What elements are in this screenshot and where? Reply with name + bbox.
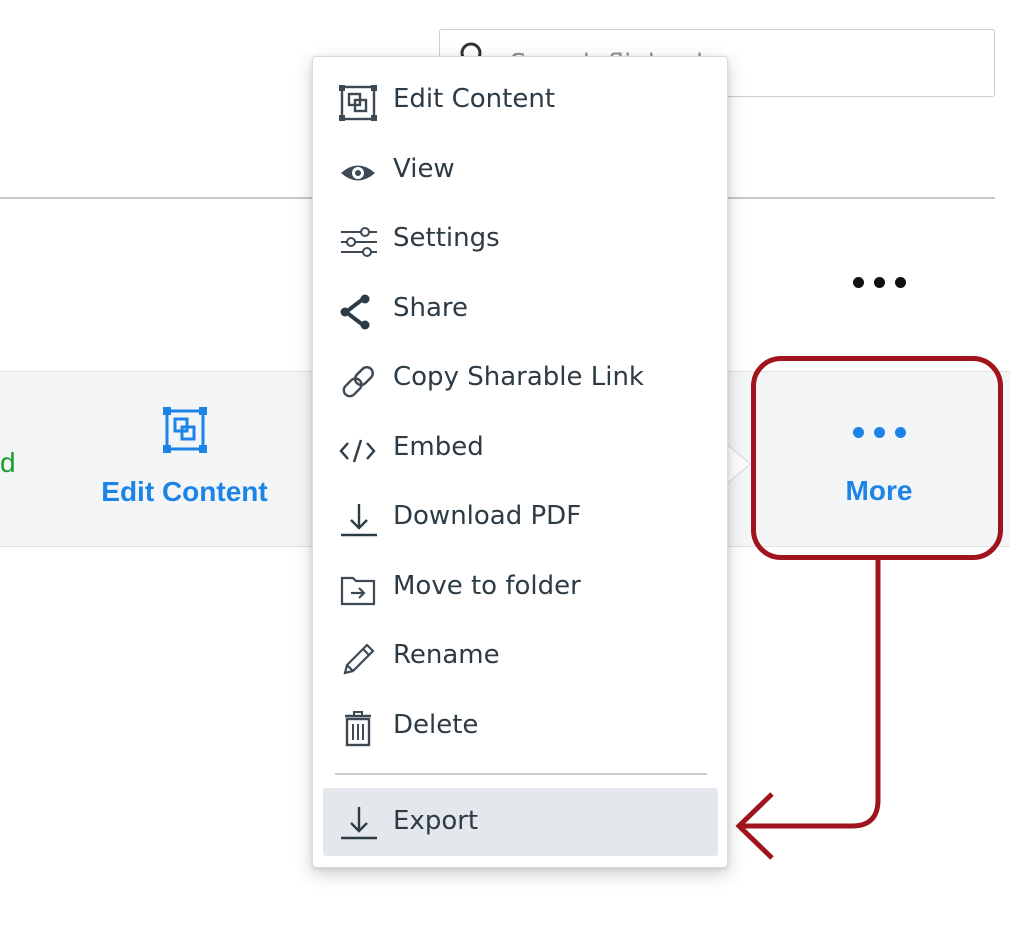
menu-item-copy-link[interactable]: Copy Sharable Link — [323, 348, 718, 410]
trash-icon — [345, 711, 371, 747]
menu-item-share[interactable]: Share — [323, 279, 718, 341]
more-actions-menu: Edit Content View Settings Share Copy Sh… — [312, 56, 728, 868]
menu-item-view[interactable]: View — [323, 140, 718, 202]
edit-content-icon — [339, 85, 377, 121]
eye-icon — [341, 165, 375, 181]
menu-item-label: Move to folder — [393, 571, 581, 601]
link-icon — [342, 366, 374, 398]
more-dots-icon — [853, 427, 907, 441]
menu-item-label: Download PDF — [393, 501, 582, 531]
menu-item-label: Settings — [393, 223, 500, 253]
edit-content-button[interactable]: Edit Content — [82, 404, 287, 514]
menu-item-label: Export — [393, 806, 479, 836]
toolbar-partial-label: d — [0, 447, 16, 478]
menu-item-download-pdf[interactable]: Download PDF — [323, 487, 718, 549]
menu-item-move-to-folder[interactable]: Move to folder — [323, 557, 718, 619]
download-icon — [341, 504, 377, 537]
menu-item-label: Share — [393, 293, 469, 323]
pencil-icon — [343, 643, 375, 675]
move-folder-icon — [340, 576, 376, 606]
row-more-icon[interactable] — [853, 275, 907, 289]
code-icon — [339, 439, 376, 463]
more-button[interactable]: More — [759, 371, 999, 547]
menu-item-label: Embed — [393, 432, 484, 462]
menu-item-rename[interactable]: Rename — [323, 626, 718, 688]
menu-item-label: Copy Sharable Link — [393, 362, 644, 392]
menu-item-label: View — [393, 154, 455, 184]
menu-separator — [335, 773, 707, 775]
download-icon — [341, 807, 377, 840]
menu-item-label: Delete — [393, 710, 479, 740]
edit-content-label: Edit Content — [101, 476, 268, 507]
more-label: More — [845, 475, 913, 506]
menu-item-edit-content[interactable]: Edit Content — [323, 70, 718, 132]
menu-item-export[interactable]: Export — [323, 788, 718, 856]
menu-item-delete[interactable]: Delete — [323, 696, 718, 758]
menu-item-label: Rename — [393, 640, 500, 670]
menu-item-embed[interactable]: Embed — [323, 418, 718, 480]
menu-item-settings[interactable]: Settings — [323, 209, 718, 271]
edit-content-icon — [163, 407, 207, 453]
share-icon — [340, 294, 370, 330]
sliders-icon — [341, 227, 377, 257]
menu-item-label: Edit Content — [393, 84, 556, 114]
